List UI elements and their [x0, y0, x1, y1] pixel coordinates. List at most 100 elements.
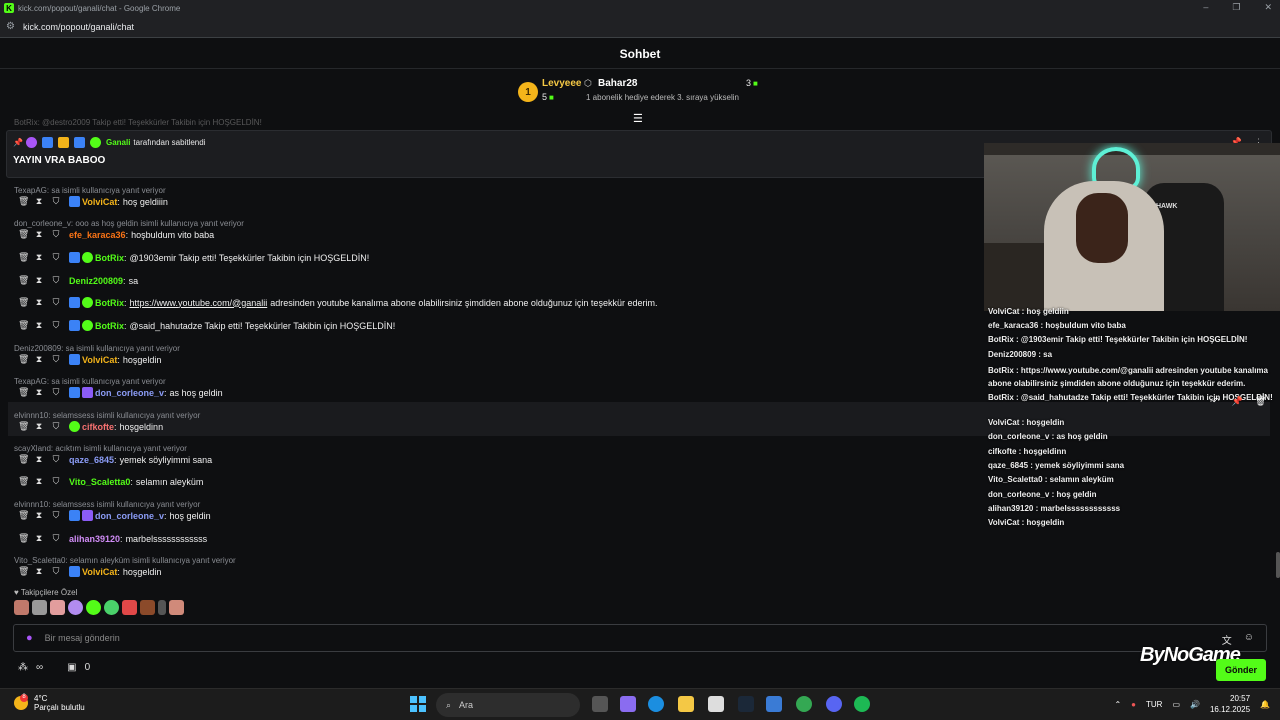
timeout-icon[interactable]: ⧗: [35, 454, 43, 465]
ban-icon[interactable]: ⛉: [52, 196, 60, 207]
reply-icon[interactable]: ↶: [1212, 396, 1220, 407]
chrome-icon[interactable]: [796, 696, 812, 712]
ban-icon[interactable]: ⛉: [52, 229, 60, 240]
emoji-icon[interactable]: ☺: [1244, 632, 1254, 647]
ban-icon[interactable]: ⛉: [52, 476, 60, 487]
emote-7[interactable]: [122, 600, 137, 615]
reply-context[interactable]: Vito_Scaletta0: selamın aleyküm isimli k…: [14, 556, 236, 565]
delete-msg-icon[interactable]: 🗑: [18, 533, 29, 544]
chat-username[interactable]: cifkofte: [82, 422, 114, 432]
ban-icon[interactable]: ⛉: [52, 454, 60, 465]
chevron-up-icon[interactable]: ⌃: [1114, 700, 1121, 709]
chat-username[interactable]: efe_karaca36: [69, 230, 126, 240]
taskbar-search[interactable]: ⌕ Ara: [436, 693, 580, 717]
clock[interactable]: 20:57 16.12.2025: [1210, 693, 1250, 715]
delete-msg-icon[interactable]: 🗑: [18, 196, 29, 207]
timeout-icon[interactable]: ⧗: [35, 476, 43, 487]
restore-icon[interactable]: ❐: [1232, 2, 1240, 13]
timeout-icon[interactable]: ⧗: [35, 354, 43, 365]
ban-icon[interactable]: ⛉: [52, 252, 60, 263]
timeout-icon[interactable]: ⧗: [35, 566, 43, 577]
close-icon[interactable]: ✕: [1264, 2, 1272, 13]
collapse-icon[interactable]: ☰: [633, 112, 643, 125]
chat-username[interactable]: VolviCat: [82, 355, 117, 365]
chat-scrollbar[interactable]: [1276, 552, 1280, 578]
chat-username[interactable]: BotRix: [95, 298, 124, 308]
discord-icon[interactable]: [826, 696, 842, 712]
ban-icon[interactable]: ⛉: [52, 297, 60, 308]
ban-icon[interactable]: ⛉: [52, 533, 60, 544]
timeout-icon[interactable]: ⧗: [35, 252, 43, 263]
timeout-icon[interactable]: ⧗: [35, 196, 43, 207]
ban-icon[interactable]: ⛉: [52, 320, 60, 331]
delete-msg-icon[interactable]: 🗑: [18, 421, 29, 432]
chat-username[interactable]: qaze_6845: [69, 455, 114, 465]
app-icon[interactable]: [766, 696, 782, 712]
reply-context[interactable]: TexapAG: sa isimli kullanıcıya yanıt ver…: [14, 377, 166, 386]
emote-5[interactable]: [86, 600, 101, 615]
top-gifter-name[interactable]: Levyeee: [542, 78, 581, 89]
second-gifter-name[interactable]: Bahar28: [598, 78, 637, 89]
copilot-icon[interactable]: [620, 696, 636, 712]
timeout-icon[interactable]: ⧗: [35, 229, 43, 240]
delete-msg-icon[interactable]: 🗑: [18, 566, 29, 577]
kick-points-icon[interactable]: ⁂: [18, 662, 28, 673]
send-button[interactable]: Gönder: [1216, 659, 1266, 681]
timeout-icon[interactable]: ⧗: [35, 387, 43, 398]
delete-msg-icon[interactable]: 🗑: [18, 252, 29, 263]
chat-username[interactable]: don_corleone_v: [95, 511, 164, 521]
emote-heart[interactable]: [68, 600, 83, 615]
spotify-icon[interactable]: [854, 696, 870, 712]
ban-icon[interactable]: ⛉: [52, 387, 60, 398]
delete-msg-icon[interactable]: 🗑: [18, 297, 29, 308]
volume-icon[interactable]: 🔊: [1190, 700, 1200, 709]
file-explorer-icon[interactable]: [678, 696, 694, 712]
ban-icon[interactable]: ⛉: [52, 566, 60, 577]
chat-username[interactable]: VolviCat: [82, 197, 117, 207]
edge-icon[interactable]: [648, 696, 664, 712]
language-indicator[interactable]: TUR: [1146, 700, 1162, 709]
delete-msg-icon[interactable]: 🗑: [18, 454, 29, 465]
pin-message-icon[interactable]: 📌: [1232, 396, 1243, 407]
reply-context[interactable]: TexapAG: sa isimli kullanıcıya yanıt ver…: [14, 186, 166, 195]
delete-msg-icon[interactable]: 🗑: [18, 275, 29, 286]
timeout-icon[interactable]: ⧗: [35, 421, 43, 432]
delete-icon[interactable]: 🗑: [1255, 396, 1266, 407]
windows-start-icon[interactable]: [410, 696, 426, 712]
ban-icon[interactable]: ⛉: [52, 421, 60, 432]
pinned-by-user[interactable]: Ganali: [106, 138, 130, 147]
delete-msg-icon[interactable]: 🗑: [18, 320, 29, 331]
delete-msg-icon[interactable]: 🗑: [18, 354, 29, 365]
store-icon[interactable]: [708, 696, 724, 712]
chat-username[interactable]: Vito_Scaletta0: [69, 477, 130, 487]
emote-8[interactable]: [140, 600, 155, 615]
site-settings-icon[interactable]: ⚙: [6, 21, 15, 32]
timeout-icon[interactable]: ⧗: [35, 297, 43, 308]
steam-icon[interactable]: [738, 696, 754, 712]
timeout-icon[interactable]: ⧗: [35, 320, 43, 331]
delete-msg-icon[interactable]: 🗑: [18, 476, 29, 487]
delete-msg-icon[interactable]: 🗑: [18, 229, 29, 240]
emote-9[interactable]: [158, 600, 166, 615]
chat-username[interactable]: alihan39120: [69, 534, 120, 544]
reply-context[interactable]: elvinnn10: selamssess isimli kullanıcıya…: [14, 500, 200, 509]
delete-msg-icon[interactable]: 🗑: [18, 510, 29, 521]
display-icon[interactable]: ▭: [1172, 700, 1180, 709]
emote-10[interactable]: [169, 600, 184, 615]
reply-context[interactable]: don_corleone_v: ooo as hoş geldin isimli…: [14, 219, 244, 228]
emote-1[interactable]: [14, 600, 29, 615]
timeout-icon[interactable]: ⧗: [35, 533, 43, 544]
reply-context[interactable]: scayXland: acıktım isimli kullanıcıya ya…: [14, 444, 187, 453]
chat-input-placeholder[interactable]: Bir mesaj gönderin: [45, 633, 120, 643]
message-link[interactable]: https://www.youtube.com/@ganalii: [130, 298, 268, 308]
chat-input[interactable]: ● Bir mesaj gönderin 文 ☺: [13, 624, 1267, 652]
chat-username[interactable]: BotRix: [95, 321, 124, 331]
weather-widget[interactable]: 8 4°C Parçalı bulutlu: [14, 694, 85, 712]
emote-3[interactable]: [50, 600, 65, 615]
chat-username[interactable]: don_corleone_v: [95, 388, 164, 398]
gift-box-icon[interactable]: ▣: [67, 662, 76, 673]
mic-tray-icon[interactable]: ●: [1131, 700, 1136, 709]
delete-msg-icon[interactable]: 🗑: [18, 387, 29, 398]
mic-icon[interactable]: ●: [26, 632, 33, 644]
chat-username[interactable]: VolviCat: [82, 567, 117, 577]
